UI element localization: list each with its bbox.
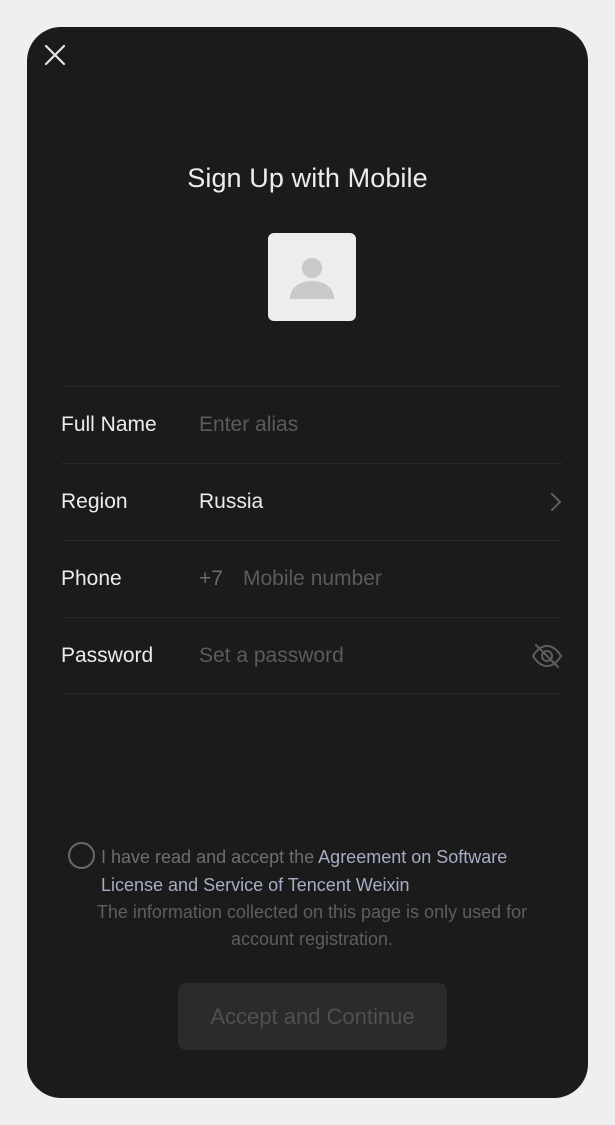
region-row[interactable]: Region Russia (61, 463, 563, 540)
person-placeholder-icon (290, 258, 334, 299)
consent-checkbox[interactable] (68, 842, 95, 869)
region-label: Region (61, 490, 128, 513)
chevron-right-icon (551, 493, 561, 511)
full-name-label: Full Name (61, 413, 157, 436)
page-title: Sign Up with Mobile (187, 163, 428, 193)
phone-label: Phone (61, 567, 122, 590)
country-code: +7 (199, 567, 223, 590)
signup-screen: Sign Up with Mobile Full Name Region Rus… (27, 27, 588, 1098)
privacy-note: The information collected on this page i… (96, 902, 528, 949)
password-label: Password (61, 643, 154, 667)
password-row: Password (61, 617, 563, 694)
device-frame: Sign Up with Mobile Full Name Region Rus… (0, 0, 615, 1125)
consent-text: I have read and accept the Agreement on … (101, 843, 561, 899)
full-name-input[interactable] (199, 405, 523, 445)
region-value: Russia (199, 490, 264, 513)
consent-prefix: I have read and accept the (101, 847, 319, 867)
avatar-upload[interactable] (268, 233, 356, 321)
close-icon (44, 44, 66, 66)
close-button[interactable] (39, 39, 71, 71)
phone-row: Phone +7 (61, 540, 563, 617)
full-name-row: Full Name (61, 386, 563, 463)
accept-continue-button[interactable]: Accept and Continue (178, 983, 447, 1050)
signup-form: Full Name Region Russia Phone +7 Passwor… (61, 386, 563, 694)
phone-input[interactable] (243, 559, 523, 599)
password-input[interactable] (199, 635, 523, 676)
eye-off-icon[interactable] (531, 642, 563, 670)
